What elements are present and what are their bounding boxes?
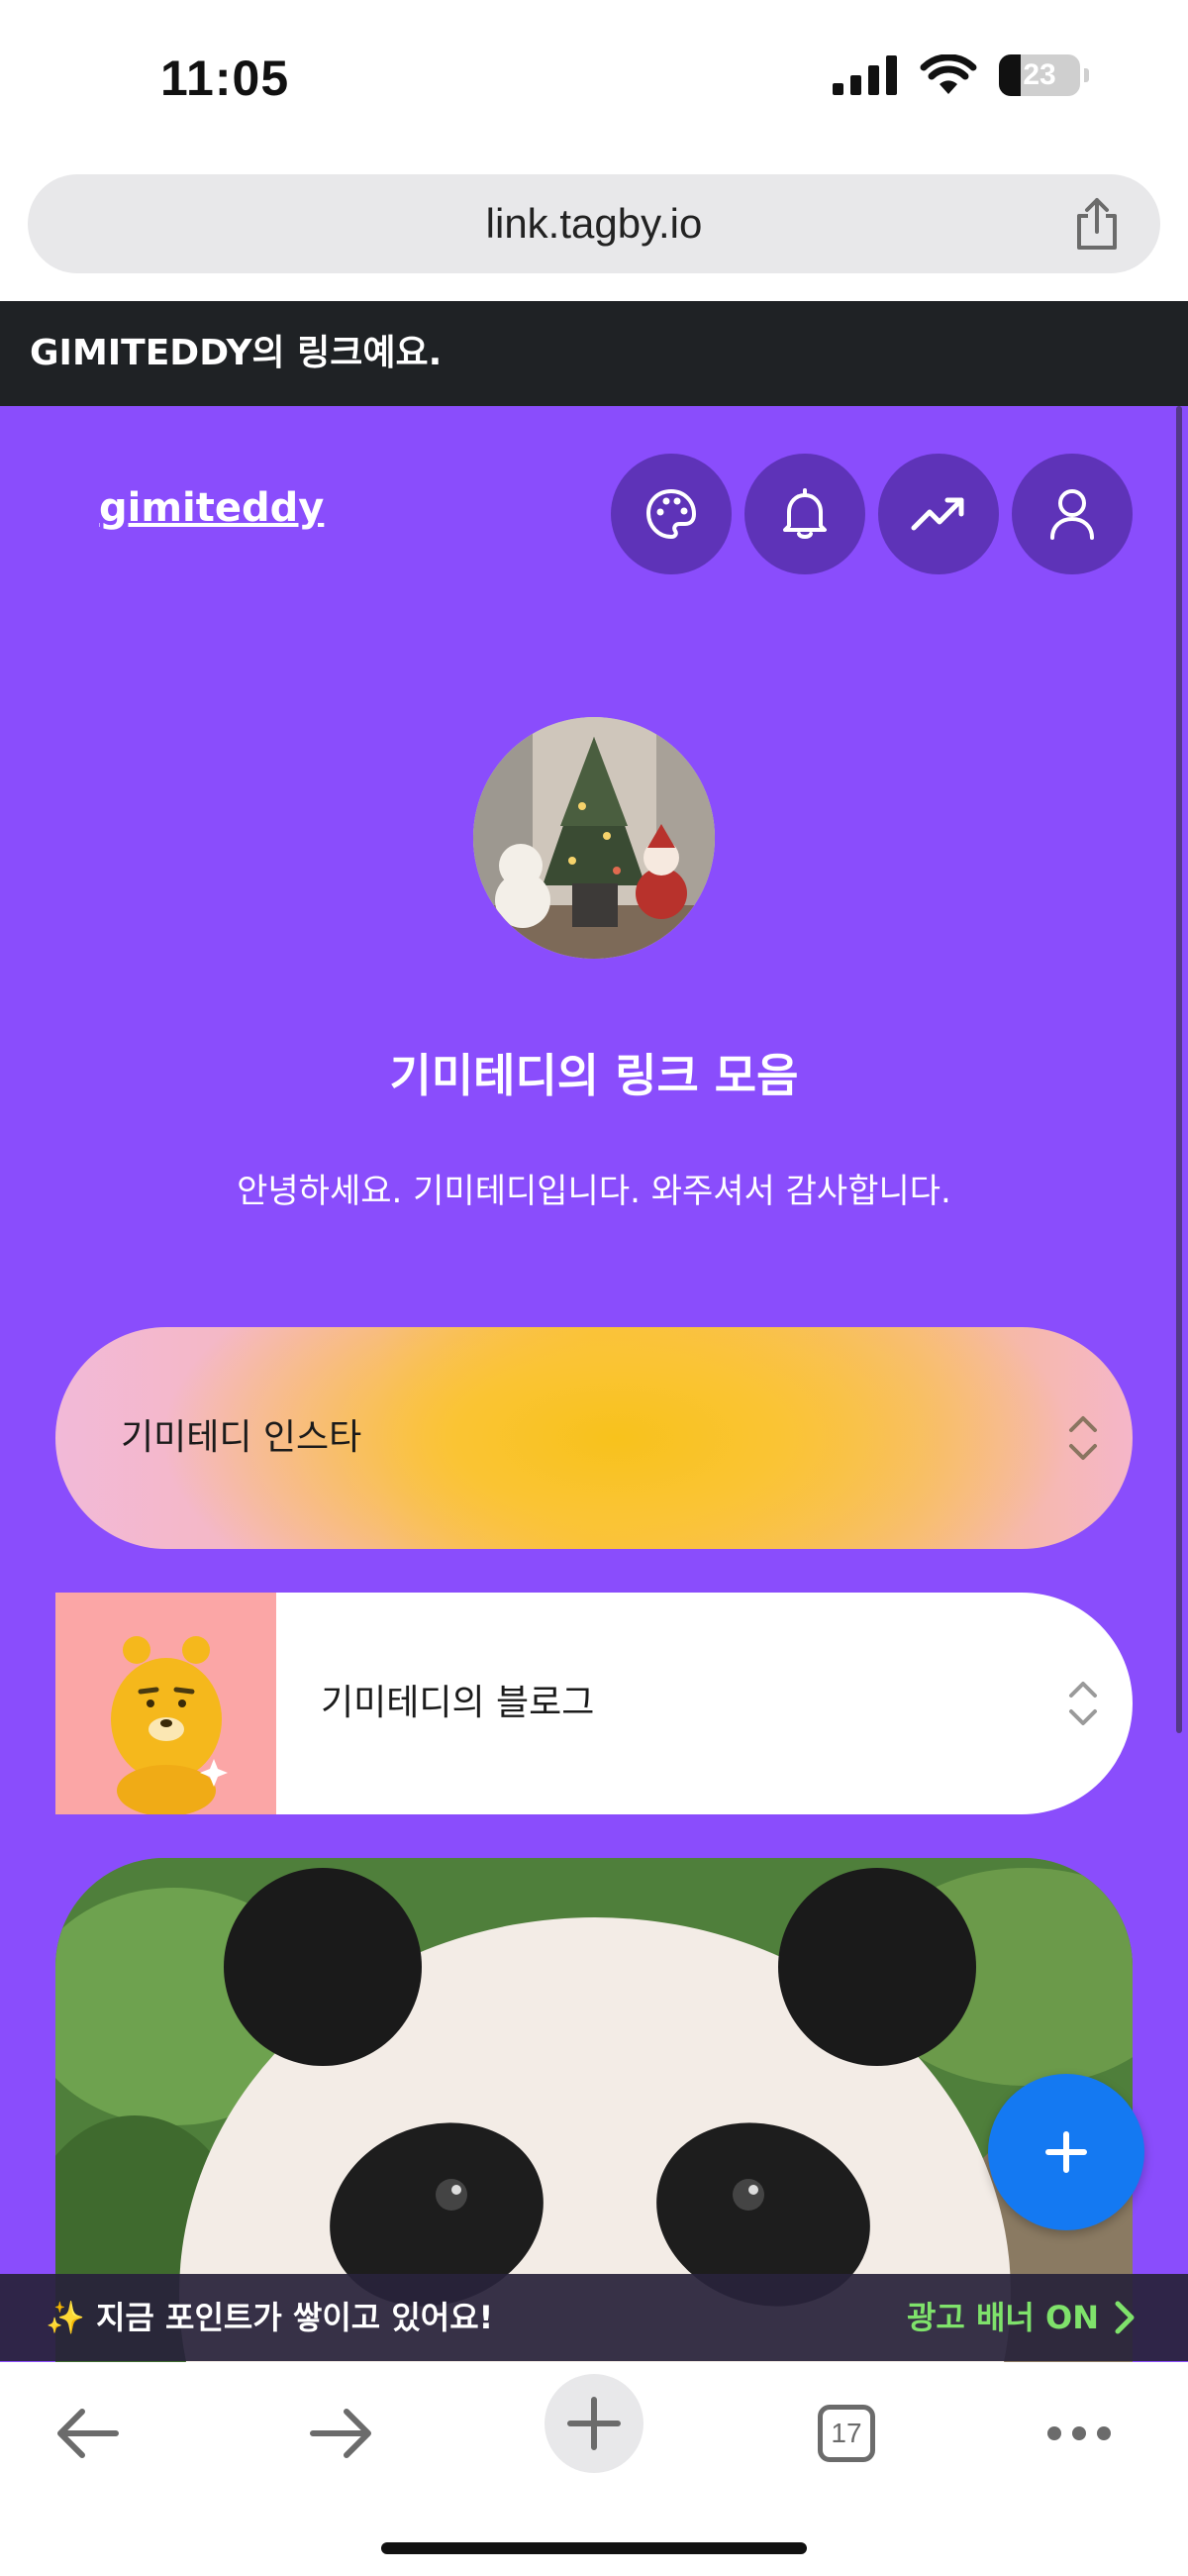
share-icon[interactable] (1069, 196, 1125, 252)
forward-button[interactable] (292, 2384, 391, 2483)
more-icon (1047, 2426, 1111, 2440)
bell-icon (783, 488, 827, 539)
more-button[interactable] (1030, 2384, 1129, 2483)
ad-banner[interactable]: ✨ 지금 포인트가 쌓이고 있어요! 광고 배너 ON (0, 2274, 1188, 2361)
address-bar[interactable]: link.tagby.io (28, 174, 1160, 273)
status-bar: 11:05 23 (0, 0, 1188, 158)
add-link-button[interactable] (988, 2074, 1144, 2230)
new-tab-button[interactable] (544, 2374, 644, 2473)
wifi-icon (920, 54, 977, 94)
sparkles-icon: ✨ (46, 2299, 85, 2336)
reorder-icon[interactable] (1063, 1410, 1103, 1466)
palette-icon (645, 488, 697, 540)
stats-button[interactable] (878, 454, 999, 574)
browser-toolbar: 17 (0, 2362, 1188, 2576)
status-icons: 23 (833, 54, 1089, 96)
back-button[interactable] (38, 2384, 137, 2483)
reorder-icon[interactable] (1063, 1676, 1103, 1731)
username-link[interactable]: gimiteddy (99, 485, 324, 531)
trending-up-icon (911, 497, 964, 531)
tabs-count: 17 (818, 2405, 875, 2462)
top-actions (611, 454, 1133, 574)
tabs-button[interactable]: 17 (797, 2384, 896, 2483)
link-page: gimiteddy 기미테디의 링크 모음 안녕하세요. 기미테디입니다. 와주… (0, 406, 1188, 2362)
address-url[interactable]: link.tagby.io (28, 174, 1160, 273)
ad-banner-text: ✨ 지금 포인트가 쌓이고 있어요! (46, 2274, 493, 2361)
notification-button[interactable] (744, 454, 865, 574)
status-time: 11:05 (160, 51, 290, 106)
back-arrow-icon (57, 2409, 119, 2458)
profile-button[interactable] (1012, 454, 1133, 574)
ad-banner-cta[interactable]: 광고 배너 ON (907, 2274, 1099, 2361)
ad-banner-message: 지금 포인트가 쌓이고 있어요! (95, 2299, 494, 2336)
plus-icon (1045, 2131, 1087, 2173)
link-card-instagram[interactable]: 기미테디 인스타 (55, 1327, 1133, 1549)
profile-bio: 안녕하세요. 기미테디입니다. 와주셔서 감사합니다. (237, 1172, 951, 1211)
plus-icon (567, 2397, 621, 2450)
profile-avatar (473, 717, 715, 959)
user-icon (1050, 489, 1094, 540)
chevron-right-icon[interactable] (1113, 2300, 1137, 2335)
signal-icon (833, 55, 897, 95)
link-card-blog[interactable]: 기미테디의 블로그 (55, 1593, 1133, 1814)
profile-title: 기미테디의 링크 모음 (389, 1049, 799, 1102)
link-label: 기미테디 인스타 (121, 1417, 362, 1458)
theme-button[interactable] (611, 454, 732, 574)
owner-banner-text: GIMITEDDY의 링크예요. (30, 333, 443, 373)
battery-level: 23 (1023, 58, 1056, 91)
home-indicator[interactable] (381, 2542, 807, 2554)
battery-icon: 23 (999, 54, 1080, 96)
forward-arrow-icon (310, 2409, 371, 2458)
blog-thumbnail (55, 1593, 276, 1814)
link-label: 기미테디의 블로그 (321, 1683, 595, 1723)
owner-banner: GIMITEDDY의 링크예요. (0, 301, 1188, 406)
